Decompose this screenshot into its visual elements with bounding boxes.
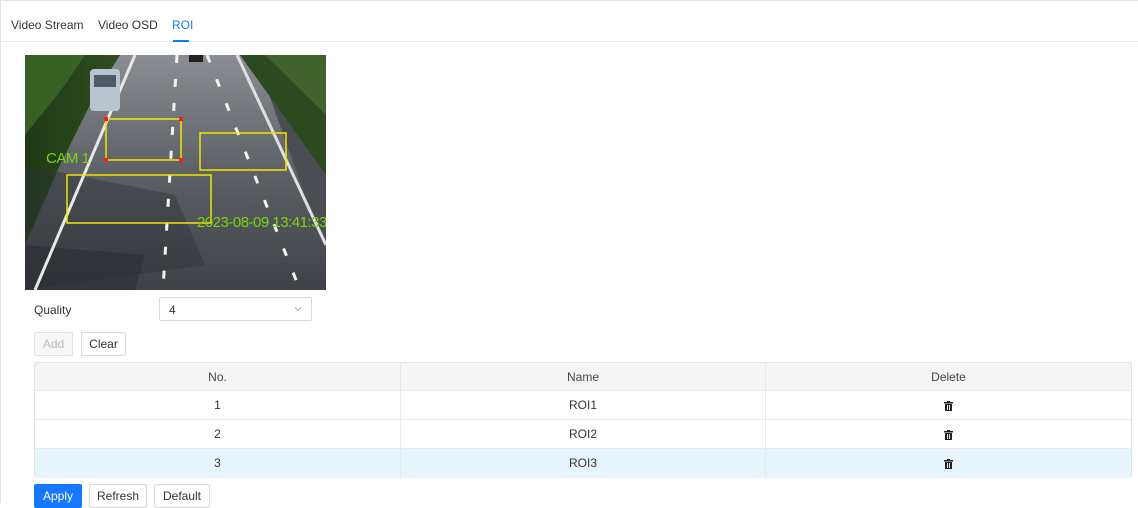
tab-video-stream[interactable]: Video Stream	[11, 18, 84, 32]
quality-label: Quality	[34, 303, 72, 317]
row-no: 3	[35, 449, 401, 478]
column-header-no: No.	[35, 363, 401, 390]
row-name: ROI2	[401, 420, 766, 448]
road-scene-image	[25, 55, 326, 290]
clear-button[interactable]: Clear	[81, 332, 126, 356]
active-tab-indicator	[173, 40, 189, 42]
roi-handle[interactable]	[179, 158, 183, 162]
roi-table: No. Name Delete 1 ROI1 2 ROI2 3 ROI3	[34, 362, 1132, 478]
tab-roi[interactable]: ROI	[172, 18, 193, 32]
roi-handle[interactable]	[104, 158, 108, 162]
quality-value: 4	[169, 303, 176, 317]
row-no: 1	[35, 391, 401, 419]
row-delete	[766, 420, 1131, 448]
apply-button[interactable]: Apply	[34, 484, 82, 508]
refresh-button[interactable]: Refresh	[89, 484, 147, 508]
row-name: ROI1	[401, 391, 766, 419]
table-row-selected[interactable]: 3 ROI3	[35, 449, 1131, 478]
chevron-down-icon	[294, 307, 302, 312]
row-no: 2	[35, 420, 401, 448]
tab-video-osd[interactable]: Video OSD	[98, 18, 158, 32]
row-delete	[766, 391, 1131, 419]
column-header-delete: Delete	[931, 370, 966, 384]
default-button[interactable]: Default	[154, 484, 210, 508]
row-name: ROI3	[401, 449, 766, 478]
roi-handle[interactable]	[104, 117, 108, 121]
add-button[interactable]: Add	[34, 332, 73, 356]
video-preview[interactable]: CAM 1 2023-08-09 13:41:33	[25, 55, 326, 290]
roi-page: Video Stream Video OSD ROI CAM 1 2023-08…	[0, 0, 1138, 508]
osd-timestamp: 2023-08-09 13:41:33	[197, 214, 326, 231]
trash-icon[interactable]	[944, 429, 953, 440]
trash-icon[interactable]	[944, 400, 953, 411]
trash-icon[interactable]	[944, 458, 953, 469]
tab-bar: Video Stream Video OSD ROI	[1, 1, 1138, 42]
osd-channel-name: CAM 1	[46, 150, 90, 167]
table-row[interactable]: 1 ROI1	[35, 391, 1131, 420]
table-row[interactable]: 2 ROI2	[35, 420, 1131, 449]
column-header-name: Name	[401, 363, 766, 390]
row-delete	[766, 449, 1131, 478]
roi-handle[interactable]	[179, 117, 183, 121]
quality-select[interactable]: 4	[159, 297, 312, 321]
table-header: No. Name Delete	[35, 363, 1131, 391]
